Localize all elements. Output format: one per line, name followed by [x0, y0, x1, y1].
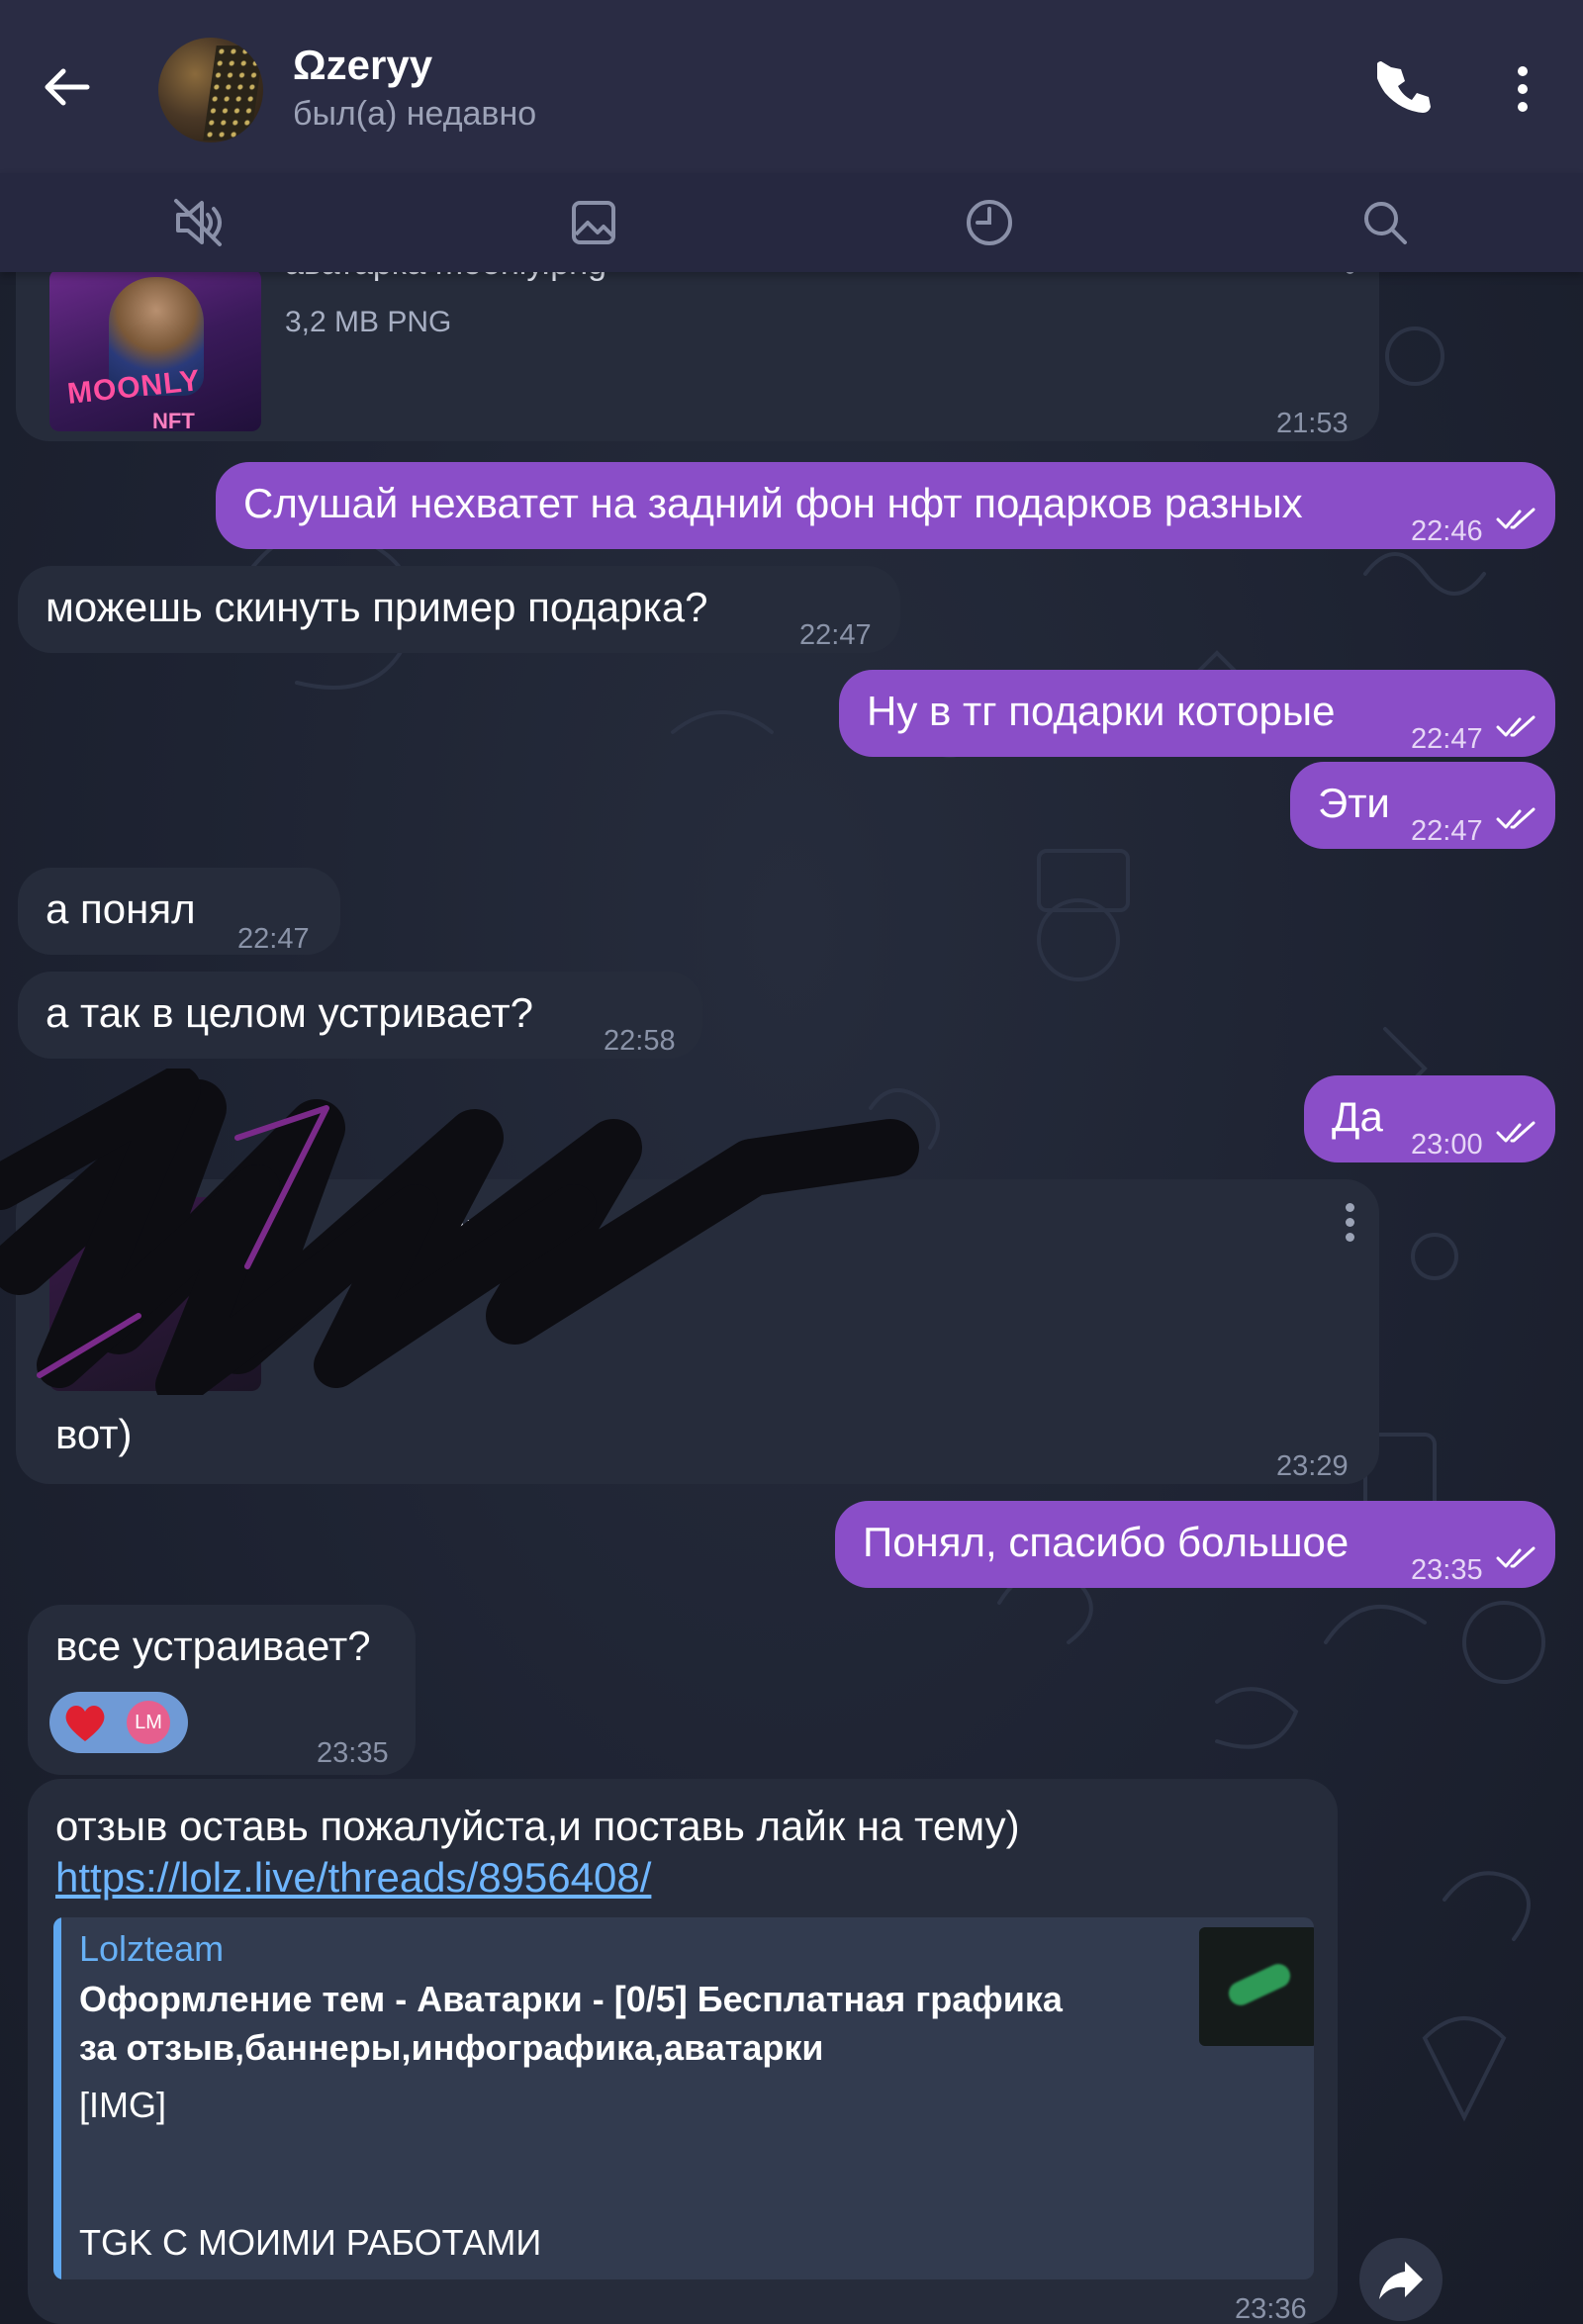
image-icon: [572, 201, 615, 244]
contact-name[interactable]: Ωzeryy: [293, 42, 432, 89]
arrow-left-icon: [45, 68, 90, 106]
message-time: 23:00: [1411, 1129, 1483, 1161]
clock-icon: [967, 200, 1012, 245]
reactor-avatar: LM: [127, 1701, 170, 1744]
outgoing-message[interactable]: Понял, спасибо большое 23:35: [835, 1501, 1555, 1588]
link-preview[interactable]: Lolzteam Оформление тем - Аватарки - [0/…: [53, 1917, 1314, 2279]
message-text: Слушай нехватет на задний фон нфт подарк…: [243, 480, 1303, 526]
message-time: 22:47: [1411, 723, 1483, 755]
redaction-scribble: [0, 1069, 919, 1395]
contact-status: был(а) недавно: [293, 95, 537, 133]
read-checkmarks-icon: [1496, 1546, 1536, 1568]
thumbnail-brand-subtext: NFT: [152, 409, 195, 431]
more-vertical-icon: [1518, 66, 1528, 112]
search-icon: [1364, 202, 1407, 244]
file-thumbnail[interactable]: MOONLY NFT: [49, 269, 261, 431]
chat-tools-bar: [0, 173, 1583, 272]
read-checkmarks-icon: [1496, 1121, 1536, 1143]
message-text: а так в целом устривает?: [46, 989, 533, 1036]
message-time: 23:36: [1235, 2293, 1307, 2324]
message-time: 22:47: [237, 923, 310, 955]
share-button[interactable]: [1359, 2238, 1443, 2321]
mute-button[interactable]: [170, 195, 226, 250]
reaction-chip[interactable]: LM: [49, 1692, 188, 1753]
heart-icon: [65, 1706, 105, 1741]
message-time: 22:47: [1411, 815, 1483, 847]
more-button[interactable]: [1498, 61, 1547, 117]
preview-accent-bar: [53, 1917, 61, 2279]
incoming-message[interactable]: а понял 22:47: [18, 868, 340, 955]
read-checkmarks-icon: [1496, 508, 1536, 529]
back-button[interactable]: [40, 59, 95, 115]
message-time: 22:47: [799, 619, 872, 651]
message-text: все устраивает?: [55, 1623, 371, 1669]
message-caption: вот): [55, 1411, 133, 1457]
message-time: 23:35: [317, 1737, 389, 1769]
message-time: 23:29: [1276, 1450, 1349, 1482]
avatar[interactable]: [158, 38, 263, 142]
speaker-muted-icon: [174, 199, 222, 246]
file-size: 3,2 MB PNG: [285, 306, 452, 338]
message-text: можешь скинуть пример подарка?: [46, 584, 708, 630]
incoming-message[interactable]: можешь скинуть пример подарка? 22:47: [18, 566, 900, 653]
message-text: отзыв оставь пожалуйста,и поставь лайк н…: [55, 1803, 1020, 1849]
preview-footer: TGK С МОИМИ РАБОТАМИ: [79, 2222, 542, 2263]
auto-delete-timer-button[interactable]: [962, 195, 1017, 250]
file-menu-button[interactable]: [1344, 1203, 1355, 1243]
outgoing-message[interactable]: Да 23:00: [1304, 1075, 1555, 1162]
message-time: 23:35: [1411, 1554, 1483, 1586]
outgoing-message[interactable]: Слушай нехватет на задний фон нфт подарк…: [216, 462, 1555, 549]
preview-site-name: Lolzteam: [79, 1928, 225, 1969]
message-time: 21:53: [1276, 408, 1349, 439]
outgoing-message[interactable]: Ну в тг подарки которые 22:47: [839, 670, 1555, 757]
thread-link[interactable]: https://lolz.live/threads/8956408/: [55, 1852, 651, 1904]
incoming-message[interactable]: отзыв оставь пожалуйста,и поставь лайк н…: [28, 1779, 1338, 2324]
share-arrow-icon: [1379, 2262, 1423, 2299]
call-button[interactable]: [1375, 61, 1433, 117]
read-checkmarks-icon: [1496, 807, 1536, 829]
search-button[interactable]: [1357, 195, 1413, 250]
preview-img-tag: [IMG]: [79, 2085, 166, 2125]
message-time: 22:58: [604, 1025, 676, 1057]
incoming-message[interactable]: все устраивает? LM 23:35: [28, 1605, 416, 1775]
chat-header: Ωzeryy был(а) недавно: [0, 0, 1583, 173]
phone-icon: [1375, 61, 1431, 113]
preview-title: Оформление тем - Аватарки - [0/5] Беспла…: [79, 1979, 1063, 2068]
outgoing-message[interactable]: Эти 22:47: [1290, 762, 1555, 849]
read-checkmarks-icon: [1496, 715, 1536, 737]
message-time: 22:46: [1411, 515, 1483, 547]
media-button[interactable]: [566, 195, 621, 250]
incoming-message[interactable]: а так в целом устривает? 22:58: [18, 972, 702, 1059]
preview-thumbnail: [1199, 1927, 1314, 2046]
